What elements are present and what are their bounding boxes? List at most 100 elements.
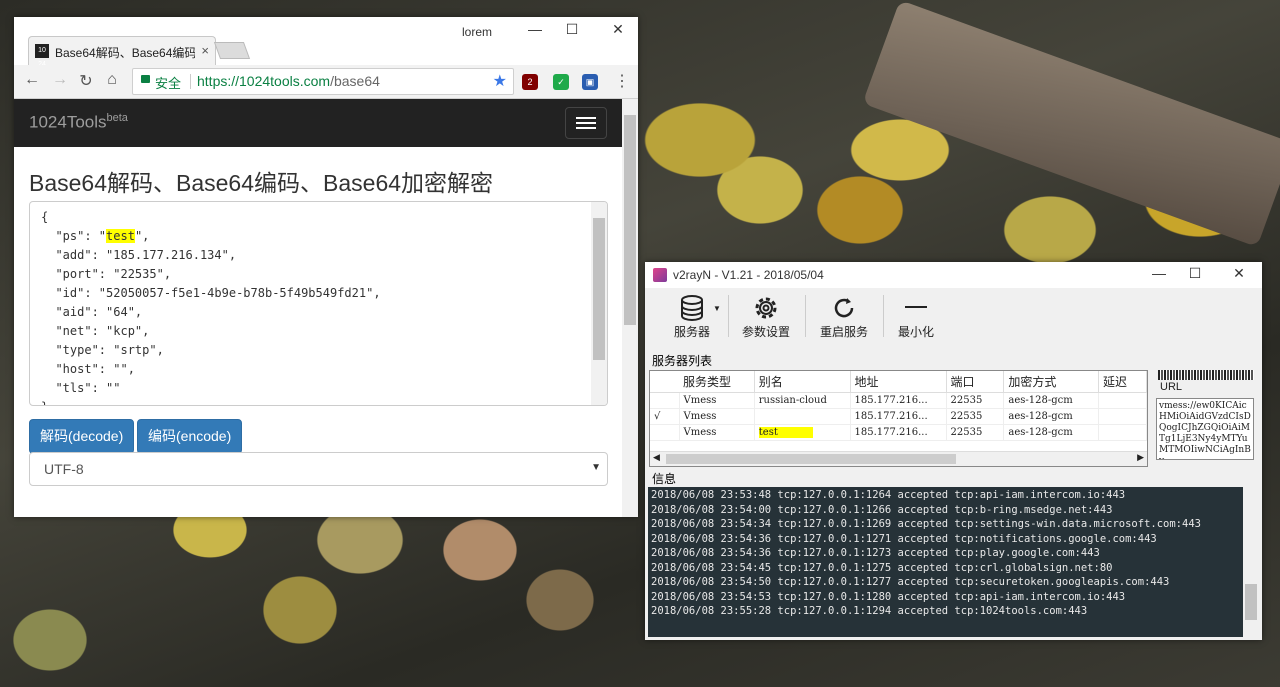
forward-icon[interactable]: →	[50, 71, 70, 89]
database-icon	[681, 295, 703, 322]
log-line: 2018/06/08 23:54:53 tcp:127.0.0.1:1280 a…	[651, 590, 1126, 603]
favicon-icon: 10 24	[35, 44, 49, 68]
log-line: 2018/06/08 23:54:50 tcp:127.0.0.1:1277 a…	[651, 576, 1170, 588]
encode-button[interactable]: 编码(encode)	[137, 419, 243, 454]
v2rayn-titlebar: v2rayN - V1.21 - 2018/05/04 — ☐ ✕	[645, 262, 1262, 288]
profile-name[interactable]: lorem	[462, 25, 492, 39]
security-label: 安全	[155, 76, 182, 91]
minus-icon	[905, 306, 927, 308]
settings-label: 参数设置	[741, 325, 790, 339]
restart-button[interactable]: 重启服务	[813, 292, 875, 340]
v2rayn-title: v2rayN - V1.21 - 2018/05/04	[673, 268, 824, 282]
server-list-header: 服务类型 别名 地址 端口 加密方式 延迟	[650, 371, 1148, 393]
address-bar[interactable]: 安全 https://1024tools.com/base64 ★	[132, 68, 514, 95]
bookmark-star-icon[interactable]: ★	[493, 71, 507, 91]
servers-button[interactable]: ▼ 服务器	[663, 292, 721, 340]
url-host: https://1024tools.com	[197, 73, 331, 89]
col-port[interactable]: 端口	[946, 371, 1005, 393]
save-extension-icon[interactable]: ▣	[582, 74, 598, 90]
maximize-icon[interactable]: ☐	[560, 21, 584, 43]
dropdown-arrow-icon: ▼	[713, 304, 721, 313]
col-type[interactable]: 服务类型	[679, 371, 755, 393]
server-list-hscrollbar[interactable]: ◀ ▶	[650, 451, 1147, 466]
ublock-icon[interactable]: 2	[522, 74, 538, 90]
charset-value: UTF-8	[44, 461, 84, 477]
shield-extension-icon[interactable]: ✓	[553, 74, 569, 90]
page-scroll-thumb[interactable]	[624, 115, 636, 325]
v2rayn-app-icon	[653, 268, 667, 282]
hscroll-thumb[interactable]	[666, 454, 956, 464]
brand-beta: beta	[106, 112, 128, 124]
table-row[interactable]: Vmess russian-cloud 185.177.216... 22535 ae…	[650, 392, 1148, 409]
tab-title: Base64解码、Base64编码	[55, 46, 195, 60]
browser-tab[interactable]: 10 24 Base64解码、Base64编码 ×	[28, 36, 216, 68]
col-alias[interactable]: 别名	[754, 371, 851, 393]
qr-code-image	[1158, 370, 1254, 380]
restart-label: 重启服务	[819, 325, 868, 339]
chrome-toolbar: ← → ↻ ⌂ 安全 https://1024tools.com/base64 …	[14, 65, 638, 99]
page-scrollbar[interactable]	[622, 99, 638, 517]
reload-icon[interactable]: ↻	[76, 71, 96, 91]
highlighted-alias: test	[758, 427, 813, 438]
site-brand[interactable]: 1024Toolsbeta	[29, 112, 128, 133]
site-navbar: 1024Toolsbeta	[14, 99, 622, 147]
vmess-url-box[interactable]: vmess://ew0KICAicHMiOiAidGVzdCIsDQogICJh…	[1156, 398, 1254, 460]
page-viewport: 1024Toolsbeta Base64解码、Base64编码、Base64加密…	[14, 99, 622, 517]
col-security[interactable]: 加密方式	[1003, 371, 1099, 393]
textarea-scroll-thumb[interactable]	[593, 218, 605, 360]
minimize-label: 最小化	[897, 325, 934, 339]
log-line: 2018/06/08 23:55:28 tcp:127.0.0.1:1294 a…	[651, 605, 1088, 617]
url-path: /base64	[330, 73, 380, 89]
gear-icon	[755, 297, 777, 319]
home-icon[interactable]: ⌂	[102, 71, 122, 89]
v2rayn-window: v2rayN - V1.21 - 2018/05/04 — ☐ ✕ ▼ 服务器 …	[645, 262, 1262, 640]
minimize-app-button[interactable]: 最小化	[891, 292, 941, 340]
refresh-icon	[834, 298, 854, 318]
omnibox-divider	[190, 74, 191, 89]
url-label: URL	[1160, 381, 1183, 393]
chrome-window: 10 24 Base64解码、Base64编码 × lorem — ☐ ✕ ← …	[14, 17, 638, 517]
base64-textarea[interactable]: { "ps": "test", "add": "185.177.216.134"…	[29, 201, 608, 406]
log-line: 2018/06/08 23:54:34 tcp:127.0.0.1:1269 a…	[651, 518, 1201, 530]
info-label: 信息	[652, 472, 677, 486]
log-scrollbar[interactable]	[1243, 487, 1259, 637]
log-text: 2018/06/08 23:53:48 tcp:127.0.0.1:1264 a…	[651, 488, 1201, 619]
scroll-right-icon[interactable]: ▶	[1137, 452, 1144, 463]
table-row[interactable]: √ Vmess 185.177.216... 22535 aes-128-gcm	[650, 408, 1148, 425]
col-address[interactable]: 地址	[850, 371, 947, 393]
textarea-content: { "ps": "test", "add": "185.177.216.134"…	[41, 210, 381, 405]
lock-icon	[141, 75, 150, 83]
minimize-icon[interactable]: —	[523, 21, 547, 43]
menu-dots-icon[interactable]: ⋮	[612, 71, 632, 91]
log-line: 2018/06/08 23:54:36 tcp:127.0.0.1:1273 a…	[651, 547, 1100, 559]
wallpaper-log	[862, 0, 1280, 248]
chrome-titlebar: 10 24 Base64解码、Base64编码 × lorem — ☐ ✕	[14, 17, 638, 68]
textarea-scrollbar[interactable]	[591, 202, 607, 405]
tab-close-icon[interactable]: ×	[201, 43, 209, 58]
log-scroll-thumb[interactable]	[1245, 584, 1257, 620]
log-line: 2018/06/08 23:54:00 tcp:127.0.0.1:1266 a…	[651, 503, 1113, 516]
servers-label: 服务器	[673, 325, 710, 339]
col-latency[interactable]: 延迟	[1098, 371, 1148, 393]
charset-select[interactable]: UTF-8 ▼	[29, 452, 608, 486]
url-text: https://1024tools.com/base64	[197, 73, 380, 89]
new-tab-button[interactable]	[213, 42, 251, 59]
table-row[interactable]: Vmess test 185.177.216... 22535 aes-128-gcm	[650, 424, 1148, 441]
page-title: Base64解码、Base64编码、Base64加密解密	[29, 170, 494, 196]
v2-maximize-icon[interactable]: ☐	[1183, 265, 1207, 282]
back-icon[interactable]: ←	[22, 71, 42, 89]
server-list-label: 服务器列表	[652, 354, 713, 368]
highlighted-test: test	[106, 229, 135, 243]
active-check-icon: √	[650, 408, 680, 425]
scroll-left-icon[interactable]: ◀	[653, 452, 660, 463]
log-console[interactable]: 2018/06/08 23:53:48 tcp:127.0.0.1:1264 a…	[648, 487, 1243, 637]
decode-button[interactable]: 解码(decode)	[29, 419, 135, 454]
v2-minimize-icon[interactable]: —	[1147, 265, 1171, 281]
hamburger-menu-icon[interactable]	[565, 107, 607, 139]
settings-button[interactable]: 参数设置	[737, 292, 795, 340]
server-list[interactable]: 服务类型 别名 地址 端口 加密方式 延迟 Vmess russian-cloud…	[649, 370, 1148, 467]
v2-close-icon[interactable]: ✕	[1227, 265, 1251, 282]
brand-name: 1024Tools	[29, 112, 107, 132]
chevron-down-icon: ▼	[591, 462, 601, 473]
close-icon[interactable]: ✕	[606, 21, 630, 43]
